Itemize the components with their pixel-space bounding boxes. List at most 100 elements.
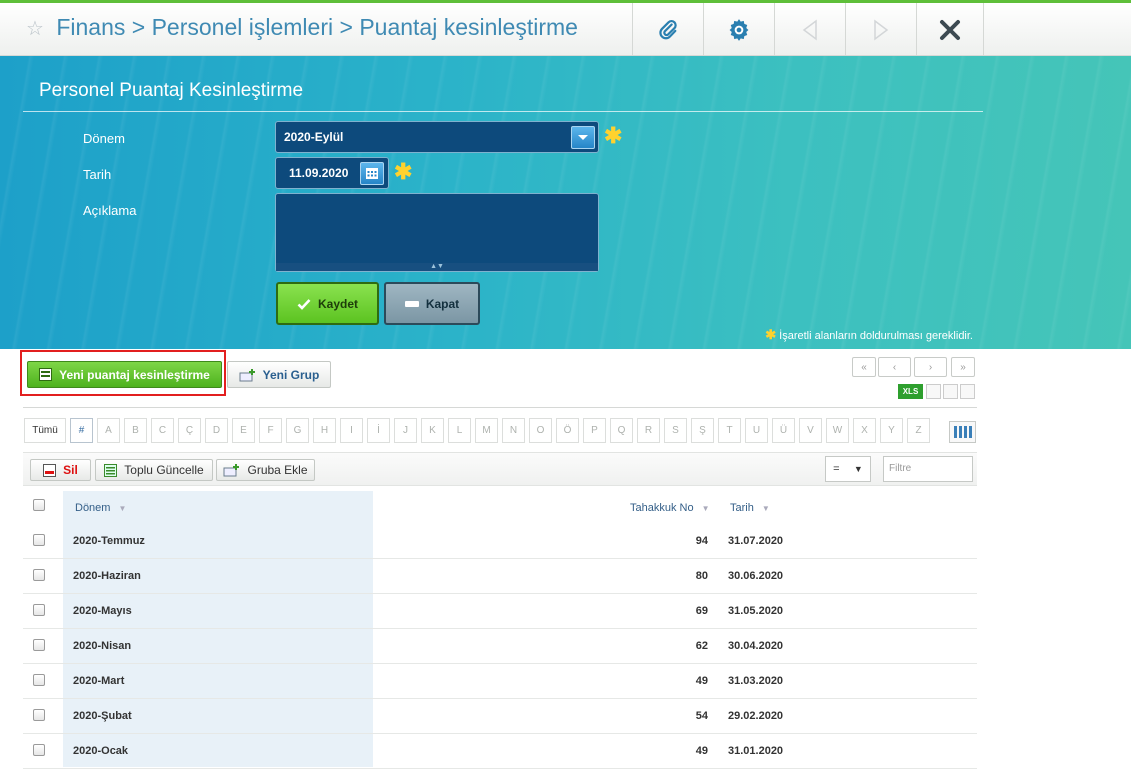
breadcrumb-separator: > (131, 14, 146, 40)
letter-filter-item[interactable]: Ö (556, 418, 579, 443)
resize-handle[interactable]: ▲▼ (276, 263, 598, 271)
donem-select[interactable]: 2020-Eylül (275, 121, 599, 153)
cell-tarih: 31.05.2020 (728, 605, 784, 617)
letter-filter-item[interactable]: M (475, 418, 498, 443)
letter-filter-item[interactable]: B (124, 418, 147, 443)
cell-tarih: 31.01.2020 (728, 745, 784, 757)
calendar-button[interactable] (360, 162, 384, 185)
bulk-update-button[interactable]: Toplu Güncelle (95, 459, 213, 481)
add-folder-icon (223, 464, 240, 477)
paperclip-icon (659, 19, 677, 39)
table-row[interactable]: 2020-Şubat 54 29.02.2020 (23, 699, 977, 734)
form-icon (39, 368, 53, 381)
pager-prev-button[interactable]: ‹ (878, 357, 911, 377)
cell-tahakkuk-no: 49 (695, 745, 708, 757)
letter-filter-item[interactable]: T (718, 418, 741, 443)
favorite-star-icon[interactable]: ☆ (26, 18, 44, 40)
required-asterisk-icon: ✱ (765, 327, 777, 342)
sort-icon: ▼ (701, 504, 710, 513)
letter-filter-bar: Tümü # A B C Ç D E F G H I İ J K L M N O Ö P Q R S Ş T U Ü V W X Y Z (24, 418, 930, 443)
bulk-update-label: Toplu Güncelle (124, 463, 204, 477)
columns-button[interactable] (949, 421, 976, 443)
donem-label: Dönem (83, 131, 125, 146)
breadcrumb: ☆ Finans > Personel işlemleri > Puantaj … (26, 14, 578, 41)
top-bar: ☆ Finans > Personel işlemleri > Puantaj … (0, 0, 1131, 56)
row-checkbox[interactable] (33, 569, 45, 581)
table-row[interactable]: 2020-Mayıs 69 31.05.2020 (23, 594, 977, 629)
letter-filter-item[interactable]: S (664, 418, 687, 443)
letter-filter-item[interactable]: Ş (691, 418, 714, 443)
table-row[interactable]: 2020-Ocak 49 31.01.2020 (23, 734, 977, 769)
pager-next-button[interactable]: › (914, 357, 947, 377)
filter-input[interactable]: Filtre (883, 456, 973, 482)
letter-filter-item[interactable]: O (529, 418, 552, 443)
new-puantaj-button[interactable]: Yeni puantaj kesinleştirme (27, 361, 222, 388)
letter-filter-item[interactable]: V (799, 418, 822, 443)
letter-filter-item[interactable]: Y (880, 418, 903, 443)
letter-filter-item[interactable]: I (340, 418, 363, 443)
new-group-button[interactable]: Yeni Grup (227, 361, 331, 388)
letter-filter-item[interactable]: C (151, 418, 174, 443)
table-row[interactable]: 2020-Mart 49 31.03.2020 (23, 664, 977, 699)
letter-filter-item[interactable]: K (421, 418, 444, 443)
export-icon[interactable] (926, 384, 941, 399)
import-icon[interactable] (943, 384, 958, 399)
letter-filter-item[interactable]: Z (907, 418, 930, 443)
aciklama-textarea[interactable]: ▲▼ (275, 193, 599, 272)
expand-icon[interactable] (960, 384, 975, 399)
filter-operator-select[interactable]: = ▼ (825, 456, 871, 482)
row-checkbox[interactable] (33, 674, 45, 686)
tarih-field[interactable]: 11.09.2020 (275, 157, 389, 189)
row-checkbox[interactable] (33, 744, 45, 756)
breadcrumb-personel[interactable]: Personel işlemleri (152, 14, 334, 40)
letter-filter-item[interactable]: A (97, 418, 120, 443)
row-checkbox[interactable] (33, 709, 45, 721)
table-row[interactable]: 2020-Temmuz 94 31.07.2020 (23, 524, 977, 559)
triangle-right-icon (874, 19, 889, 40)
letter-filter-item[interactable]: Ç (178, 418, 201, 443)
export-xls-button[interactable]: XLS (898, 384, 923, 399)
close-button[interactable]: Kapat (384, 282, 480, 325)
letter-filter-item[interactable]: U (745, 418, 768, 443)
settings-button[interactable] (703, 3, 774, 56)
row-checkbox[interactable] (33, 534, 45, 546)
letter-filter-item[interactable]: J (394, 418, 417, 443)
letter-filter-item[interactable]: Q (610, 418, 633, 443)
letter-filter-item[interactable]: H (313, 418, 336, 443)
table-row[interactable]: 2020-Nisan 62 30.04.2020 (23, 629, 977, 664)
close-page-button[interactable] (916, 3, 984, 56)
letter-filter-item[interactable]: W (826, 418, 849, 443)
column-header-donem[interactable]: Dönem ▼ (75, 502, 126, 514)
attachment-button[interactable] (632, 3, 703, 56)
save-button[interactable]: Kaydet (276, 282, 379, 325)
row-checkbox[interactable] (33, 604, 45, 616)
breadcrumb-finans[interactable]: Finans (56, 14, 125, 40)
prev-record-button[interactable] (774, 3, 845, 56)
letter-filter-item[interactable]: İ (367, 418, 390, 443)
next-record-button[interactable] (845, 3, 916, 56)
letter-filter-item[interactable]: D (205, 418, 228, 443)
pager-first-button[interactable]: « (852, 357, 876, 377)
divider (23, 111, 983, 112)
column-header-tarih[interactable]: Tarih ▼ (730, 502, 770, 514)
cell-tarih: 31.07.2020 (728, 535, 784, 547)
letter-filter-item[interactable]: N (502, 418, 525, 443)
letter-filter-item[interactable]: P (583, 418, 606, 443)
letter-filter-item[interactable]: X (853, 418, 876, 443)
letter-filter-item[interactable]: # (70, 418, 93, 443)
letter-filter-item[interactable]: F (259, 418, 282, 443)
delete-button[interactable]: Sil (30, 459, 91, 481)
letter-filter-item[interactable]: G (286, 418, 309, 443)
pager-last-button[interactable]: » (951, 357, 975, 377)
column-header-tahakkuk-no[interactable]: Tahakkuk No ▼ (630, 502, 710, 514)
add-to-group-button[interactable]: Gruba Ekle (216, 459, 315, 481)
dropdown-button[interactable] (571, 126, 595, 149)
select-all-checkbox[interactable] (33, 499, 45, 511)
letter-filter-item[interactable]: E (232, 418, 255, 443)
row-checkbox[interactable] (33, 639, 45, 651)
letter-filter-item[interactable]: L (448, 418, 471, 443)
letter-filter-item[interactable]: Ü (772, 418, 795, 443)
letter-filter-item[interactable]: R (637, 418, 660, 443)
table-row[interactable]: 2020-Haziran 80 30.06.2020 (23, 559, 977, 594)
letter-filter-all[interactable]: Tümü (24, 418, 66, 443)
